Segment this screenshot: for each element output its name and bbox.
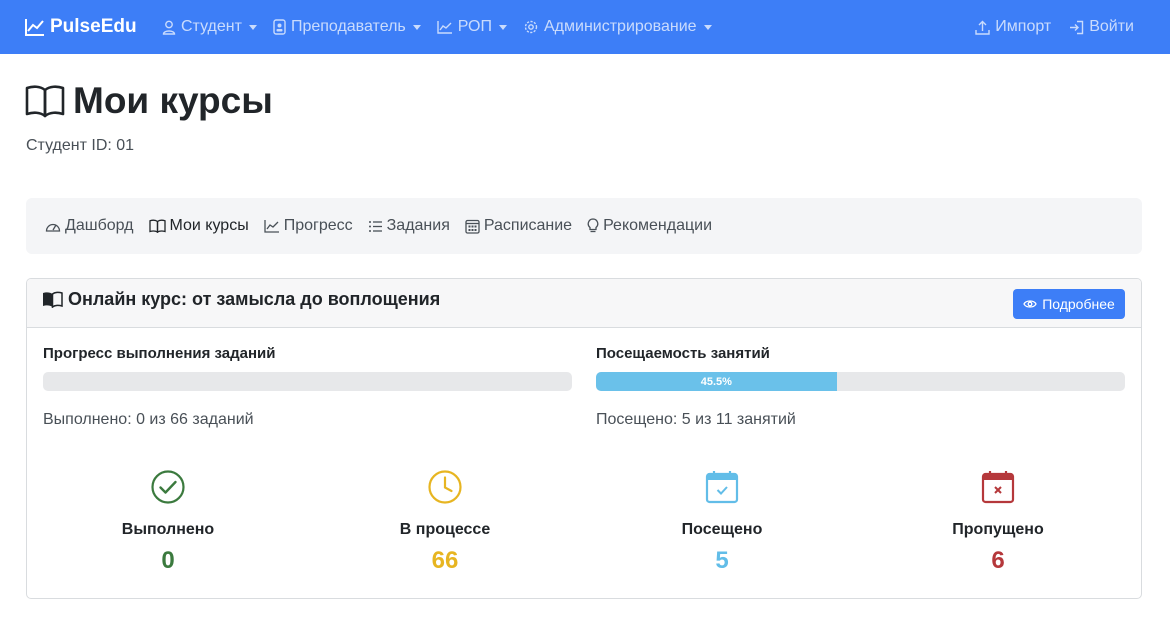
nav-menu-label: РОП (457, 18, 492, 35)
caret-down-icon (499, 24, 507, 30)
stat-label: Выполнено (121, 521, 215, 538)
stat-label: Пропущено (952, 521, 1044, 538)
course-title-text: Онлайн курс: от замысла до воплощения (68, 289, 441, 309)
eye-icon (1023, 300, 1037, 308)
course-details-button[interactable]: Подробнее (1013, 289, 1125, 319)
page-title-text: Мои курсы (73, 80, 273, 121)
attendance-progress-text: Посещено: 5 из 11 занятий (596, 411, 796, 428)
page-title: Мои курсы (25, 80, 273, 122)
login-label: Войти (1089, 18, 1134, 35)
assignments-progress: Прогресс выполнения заданий Выполнено: 0… (43, 345, 573, 429)
nav-menu-teacher[interactable]: Преподаватель (273, 18, 421, 36)
tab-label: Рекомендации (603, 217, 713, 234)
tab-label: Прогресс (283, 217, 353, 234)
stat-value: 66 (431, 547, 459, 574)
book-icon (148, 219, 166, 233)
nav-menu-label: Преподаватель (290, 18, 406, 35)
stat-label: Посещено (681, 521, 763, 538)
stat-value: 6 (991, 547, 1005, 574)
chart-line-icon (264, 220, 279, 233)
nav-menu-label: Администрирование (544, 18, 697, 35)
course-card: Онлайн курс: от замысла до воплощения По… (26, 278, 1142, 599)
course-details-label: Подробнее (1042, 296, 1115, 312)
stat-value: 0 (161, 547, 175, 574)
caret-down-icon (703, 24, 712, 30)
chart-line-icon (25, 19, 44, 36)
calendar-icon (465, 219, 480, 234)
tab-assignments[interactable]: Задания (368, 217, 450, 235)
lightbulb-icon (587, 218, 599, 233)
user-icon (162, 20, 176, 35)
tab-recommendations[interactable]: Рекомендации (587, 217, 712, 235)
upload-icon (975, 20, 990, 35)
tab-schedule[interactable]: Расписание (465, 217, 572, 235)
tab-label: Мои курсы (169, 217, 249, 234)
import-link[interactable]: Импорт (975, 18, 1051, 36)
stat-attended: Посещено 5 (612, 469, 832, 575)
check-circle-icon (151, 470, 185, 504)
stat-value: 5 (715, 547, 729, 574)
list-icon (368, 220, 382, 232)
stat-completed: Выполнено 0 (58, 469, 278, 575)
book-icon (25, 85, 65, 118)
nav-menu-label: Студент (181, 18, 242, 35)
brand-link[interactable]: PulseEdu (25, 0, 137, 54)
attendance-progress: Посещаемость занятий 45.5% Посещено: 5 и… (596, 345, 1126, 429)
speedometer-icon (45, 223, 61, 232)
tab-label: Дашборд (65, 217, 134, 234)
stat-in-progress: В процессе 66 (335, 469, 555, 575)
tab-label: Расписание (483, 217, 573, 234)
attendance-progress-label: Посещаемость занятий (596, 345, 770, 362)
book-open-icon (43, 291, 63, 308)
tab-dashboard[interactable]: Дашборд (45, 217, 134, 235)
brand-name: PulseEdu (50, 16, 137, 37)
import-label: Импорт (995, 18, 1052, 35)
caret-down-icon (248, 24, 257, 30)
gear-icon (524, 20, 538, 34)
login-link[interactable]: Войти (1069, 18, 1134, 36)
attendance-progress-bar: 45.5% (596, 372, 1125, 391)
course-card-header: Онлайн курс: от замысла до воплощения По… (27, 279, 1141, 328)
course-title: Онлайн курс: от замысла до воплощения (42, 289, 440, 310)
stat-missed: Пропущено 6 (888, 469, 1108, 575)
nav-menu-rop[interactable]: РОП (437, 18, 507, 36)
chart-line-icon (437, 21, 452, 34)
attendance-progress-fill: 45.5% (596, 372, 837, 391)
calendar-x-icon (981, 471, 1015, 504)
assignments-progress-bar (43, 372, 572, 391)
stat-label: В процессе (399, 521, 491, 538)
assignments-progress-label: Прогресс выполнения заданий (43, 345, 276, 362)
tab-progress[interactable]: Прогресс (264, 217, 353, 235)
login-icon (1070, 20, 1084, 34)
nav-menu-student[interactable]: Студент (162, 18, 257, 36)
clock-icon (428, 470, 462, 504)
caret-down-icon (412, 24, 421, 30)
tab-label: Задания (386, 217, 450, 234)
top-navbar: PulseEdu Студент Преподаватель РОП Админ… (0, 0, 1170, 54)
assignments-progress-text: Выполнено: 0 из 66 заданий (43, 411, 254, 428)
calendar-check-icon (705, 471, 739, 504)
tab-my-courses[interactable]: Мои курсы (148, 217, 249, 235)
section-tabs: Дашборд Мои курсы Прогресс Задания Распи… (26, 198, 1142, 254)
student-id: Студент ID: 01 (26, 137, 135, 154)
id-badge-icon (273, 19, 286, 35)
nav-menu-admin[interactable]: Администрирование (523, 18, 712, 36)
